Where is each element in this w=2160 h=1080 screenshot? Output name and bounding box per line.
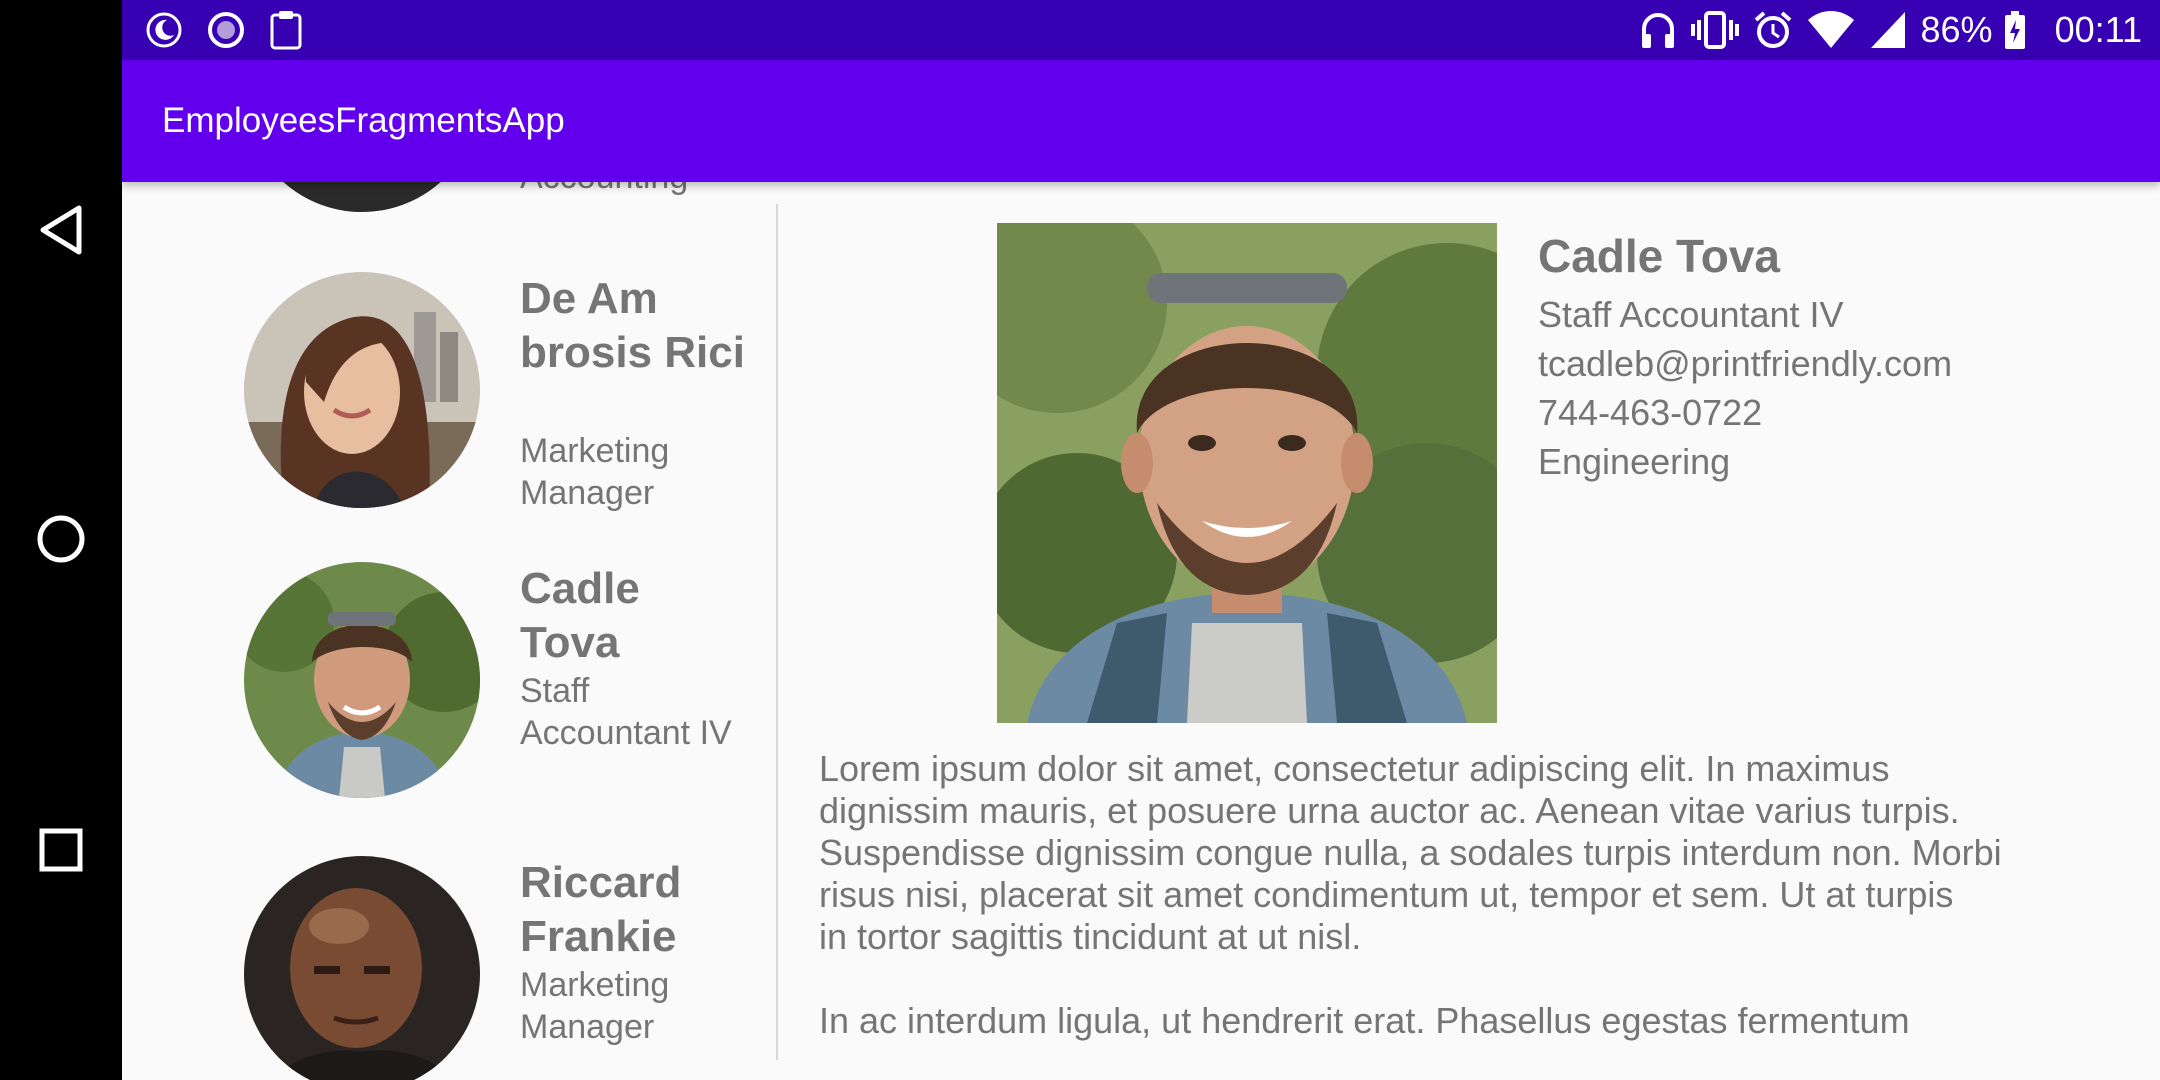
employee-detail-email: tcadleb@printfriendly.com [1538,343,1953,384]
employee-title: Marketing Manager [520,432,670,512]
bio-paragraph: Lorem ipsum dolor sit amet, consectetur … [819,748,2002,957]
wifi-icon [1807,10,1855,50]
list-item[interactable]: Accounting [122,182,777,214]
employee-detail: Cadle Tova Staff Accountant IV tcadleb@p… [778,182,2160,1080]
app-bar: EmployeesFragmentsApp [122,60,2160,182]
employee-avatar [244,272,480,508]
night-mode-icon [145,10,183,50]
employee-name: De Am brosis Rici [520,274,745,377]
employee-bio: Lorem ipsum dolor sit amet, consectetur … [819,748,2159,1080]
recents-icon [39,828,83,872]
employee-detail-phone: 744-463-0722 [1538,392,1763,433]
cell-signal-icon [1869,10,1907,50]
recents-button[interactable] [31,820,91,880]
employee-list[interactable]: Accounting De Am brosis Rici Marketing M… [122,182,777,1080]
home-button[interactable] [31,509,91,569]
employee-detail-department: Engineering [1538,441,1731,482]
employee-name: Riccard Frankie [520,858,682,961]
alarm-icon [1753,10,1793,50]
employee-title: Staff Accountant IV [520,672,732,752]
screen: 86% 00:11 EmployeesFragmentsApp Accounti… [0,0,2160,1080]
employee-avatar [244,182,480,212]
employee-avatar [244,562,480,798]
home-icon [35,513,87,565]
status-bar: 86% 00:11 [122,0,2160,60]
back-button[interactable] [31,200,91,260]
employee-detail-name: Cadle Tova [1538,230,1780,282]
employee-info: Cadle Tova Staff Accountant IV tcadleb@p… [1538,226,2138,486]
vibrate-icon [1690,10,1739,50]
employee-title: Marketing Manager [520,966,670,1046]
battery-percent: 86% [1920,9,1993,50]
list-item[interactable]: Riccard Frankie Marketing Manager [122,846,777,1080]
employee-avatar [244,856,480,1080]
employee-detail-title: Staff Accountant IV [1538,294,1844,335]
headphones-icon [1639,10,1677,50]
app-title: EmployeesFragmentsApp [162,101,565,140]
list-item[interactable]: De Am brosis Rici Marketing Manager [122,258,777,520]
bio-paragraph: In ac interdum ligula, ut hendrerit erat… [819,1000,1910,1041]
navigation-bar [0,0,122,1080]
record-icon [207,10,245,50]
employee-photo [997,223,1497,723]
employee-name: Cadle Tova [520,564,640,667]
battery-charging-icon [2003,10,2027,50]
employee-title: Accounting [520,182,750,198]
clipboard-icon [269,10,303,50]
back-icon [37,204,85,256]
list-item[interactable]: Cadle Tova Staff Accountant IV [122,552,777,814]
clock: 00:11 [2054,9,2142,50]
